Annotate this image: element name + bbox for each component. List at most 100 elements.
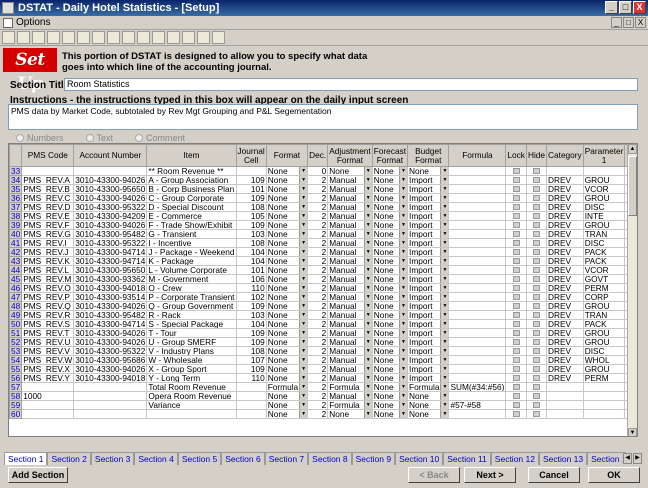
dropdown-cell[interactable]: None ▼ (371, 391, 409, 401)
checkbox-icon[interactable] (532, 348, 540, 354)
checkbox-icon[interactable] (532, 366, 540, 372)
column-header[interactable]: Item (146, 144, 237, 167)
hide-checkbox[interactable] (525, 400, 548, 410)
grid-cell[interactable]: 2 (307, 274, 329, 284)
dropdown-arrow-icon[interactable]: ▼ (440, 194, 448, 202)
edit-icon[interactable] (137, 31, 150, 44)
grid-vertical-scrollbar[interactable]: ▲ ▼ (627, 144, 637, 436)
grid-cell[interactable]: 108 (235, 238, 267, 248)
dropdown-cell[interactable]: None ▼ (371, 202, 409, 212)
lock-checkbox[interactable] (505, 292, 527, 302)
dropdown-cell[interactable]: None ▼ (265, 220, 309, 230)
dropdown-cell[interactable]: None ▼ (371, 346, 409, 356)
grid-cell[interactable]: 109 (235, 364, 267, 374)
grid-cell[interactable]: V - Industry Plans (146, 346, 237, 356)
dropdown-cell[interactable]: None ▼ (265, 292, 309, 302)
dropdown-arrow-icon[interactable]: ▼ (399, 401, 407, 409)
grid-cell[interactable]: PMS_REV.B (21, 184, 75, 194)
grid-cell[interactable]: DISC (582, 238, 626, 248)
dropdown-cell[interactable]: Import ▼ (407, 301, 450, 311)
checkbox-icon[interactable] (512, 231, 520, 237)
checkbox-icon[interactable] (532, 222, 540, 228)
dropdown-arrow-icon[interactable]: ▼ (399, 203, 407, 211)
dropdown-cell[interactable]: Manual ▼ (327, 346, 373, 356)
dropdown-arrow-icon[interactable]: ▼ (363, 176, 372, 184)
dropdown-arrow-icon[interactable]: ▼ (299, 383, 307, 391)
dropdown-arrow-icon[interactable]: ▼ (363, 248, 372, 256)
grid-cell[interactable] (448, 238, 507, 248)
dropdown-cell[interactable]: Manual ▼ (327, 211, 373, 221)
grid-cell[interactable] (448, 256, 507, 266)
grid-cell[interactable]: Y - Long Term (146, 373, 237, 383)
hide-checkbox[interactable] (525, 355, 548, 365)
grid-cell[interactable]: TRAN (582, 229, 626, 239)
dropdown-cell[interactable]: Import ▼ (407, 193, 450, 203)
grid-cell[interactable]: DREV (546, 319, 584, 329)
column-header[interactable]: Parameter 1 (582, 144, 626, 167)
grid-cell[interactable]: 109 (235, 328, 267, 338)
dropdown-cell[interactable]: Manual ▼ (327, 364, 373, 374)
grid-cell[interactable]: T - Tour (146, 328, 237, 338)
grid-cell[interactable] (448, 364, 507, 374)
grid-cell[interactable] (448, 337, 507, 347)
dropdown-cell[interactable]: None ▼ (265, 337, 309, 347)
grid-cell[interactable]: 109 (235, 175, 267, 185)
radio-text[interactable]: Text (85, 133, 113, 143)
dropdown-arrow-icon[interactable]: ▼ (440, 167, 448, 175)
radio-comment[interactable]: Comment (135, 133, 185, 143)
grid-cell[interactable]: DREV (546, 274, 584, 284)
checkbox-icon[interactable] (512, 348, 520, 354)
grid-cell[interactable] (73, 409, 148, 419)
grid-cell[interactable]: GROU (582, 364, 626, 374)
dropdown-cell[interactable]: None ▼ (265, 346, 309, 356)
lock-checkbox[interactable] (505, 229, 527, 239)
grid-cell[interactable]: 2 (307, 391, 329, 401)
dropdown-arrow-icon[interactable]: ▼ (440, 257, 448, 265)
checkbox-icon[interactable] (532, 294, 540, 300)
dropdown-arrow-icon[interactable]: ▼ (399, 374, 407, 382)
lock-checkbox[interactable] (505, 265, 527, 275)
grid-cell[interactable]: 3010-43300-95322 (73, 346, 148, 356)
dropdown-arrow-icon[interactable]: ▼ (440, 293, 448, 301)
hide-checkbox[interactable] (525, 337, 548, 347)
hide-checkbox[interactable] (525, 301, 548, 311)
grid-cell[interactable]: 2 (307, 400, 329, 410)
grid-cell[interactable] (448, 409, 507, 419)
dropdown-cell[interactable]: Manual ▼ (327, 310, 373, 320)
grid-cell[interactable]: 104 (235, 319, 267, 329)
grid-cell[interactable]: 108 (235, 202, 267, 212)
checkbox-icon[interactable] (532, 195, 540, 201)
grid-cell[interactable]: DREV (546, 364, 584, 374)
dropdown-arrow-icon[interactable]: ▼ (363, 167, 372, 175)
grid-cell[interactable]: CORP (582, 292, 626, 302)
dropdown-arrow-icon[interactable]: ▼ (299, 230, 307, 238)
hide-checkbox[interactable] (525, 391, 548, 401)
grid-cell[interactable]: TRAN (582, 310, 626, 320)
hide-checkbox[interactable] (525, 283, 548, 293)
dropdown-arrow-icon[interactable]: ▼ (440, 365, 448, 373)
grid-cell[interactable]: DISC (582, 202, 626, 212)
dropdown-cell[interactable]: Manual ▼ (327, 193, 373, 203)
grid-cell[interactable]: PMS_REV.M (21, 274, 75, 284)
grid-cell[interactable]: 2 (307, 202, 329, 212)
dropdown-arrow-icon[interactable]: ▼ (440, 212, 448, 220)
grid-cell[interactable]: 2 (307, 328, 329, 338)
lock-checkbox[interactable] (505, 184, 527, 194)
checkbox-icon[interactable] (532, 249, 540, 255)
grid-cell[interactable]: 104 (235, 256, 267, 266)
hide-checkbox[interactable] (525, 310, 548, 320)
dropdown-cell[interactable]: None ▼ (371, 211, 409, 221)
dropdown-cell[interactable]: Formula ▼ (327, 382, 373, 392)
grid-cell[interactable]: 3010-43300-95482 (73, 310, 148, 320)
grid-cell[interactable]: DREV (546, 229, 584, 239)
grid-cell[interactable] (546, 409, 584, 419)
dropdown-arrow-icon[interactable]: ▼ (440, 311, 448, 319)
grid-cell[interactable]: 108 (235, 346, 267, 356)
dropdown-arrow-icon[interactable]: ▼ (399, 410, 407, 418)
child-minimize-button[interactable]: _ (611, 17, 622, 28)
grid-cell[interactable]: 3010-43300-94026 (73, 175, 148, 185)
grid-cell[interactable]: 2 (307, 355, 329, 365)
dropdown-cell[interactable]: Manual ▼ (327, 247, 373, 257)
dropdown-arrow-icon[interactable]: ▼ (363, 374, 372, 382)
grid-cell[interactable]: PERM (582, 373, 626, 383)
